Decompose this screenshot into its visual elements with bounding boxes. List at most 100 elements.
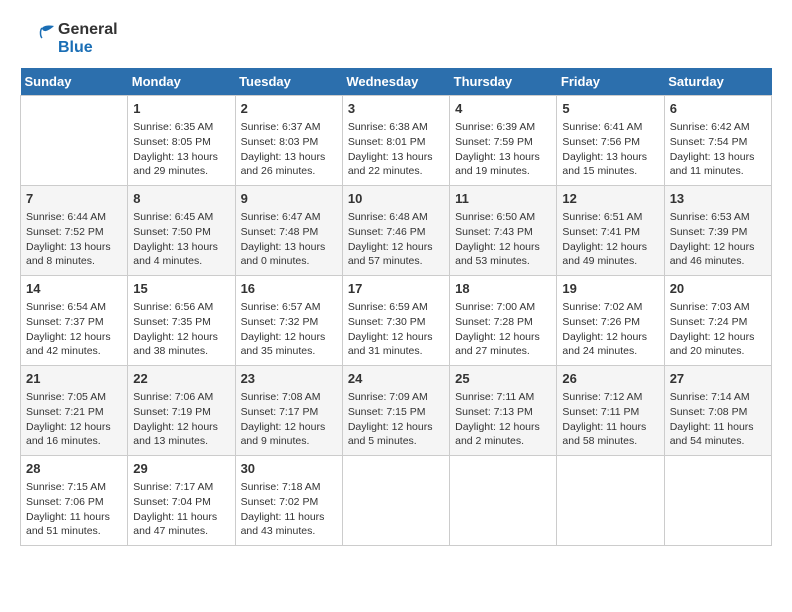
day-info: Sunrise: 6:35 AMSunset: 8:05 PMDaylight:…	[133, 120, 229, 179]
day-info: Sunrise: 6:53 AMSunset: 7:39 PMDaylight:…	[670, 210, 766, 269]
day-number: 24	[348, 370, 444, 388]
day-number: 23	[241, 370, 337, 388]
day-number: 7	[26, 190, 122, 208]
day-info: Sunrise: 6:39 AMSunset: 7:59 PMDaylight:…	[455, 120, 551, 179]
header-cell-saturday: Saturday	[664, 68, 771, 96]
day-number: 22	[133, 370, 229, 388]
calendar-cell: 23 Sunrise: 7:08 AMSunset: 7:17 PMDayligh…	[235, 366, 342, 456]
day-number: 13	[670, 190, 766, 208]
calendar-cell: 9 Sunrise: 6:47 AMSunset: 7:48 PMDaylight…	[235, 186, 342, 276]
day-info: Sunrise: 7:18 AMSunset: 7:02 PMDaylight:…	[241, 480, 337, 539]
day-number: 28	[26, 460, 122, 478]
header-cell-sunday: Sunday	[21, 68, 128, 96]
day-number: 14	[26, 280, 122, 298]
header-cell-wednesday: Wednesday	[342, 68, 449, 96]
day-number: 9	[241, 190, 337, 208]
logo-blue-text: Blue	[58, 39, 118, 57]
calendar-cell: 6 Sunrise: 6:42 AMSunset: 7:54 PMDaylight…	[664, 96, 771, 186]
day-info: Sunrise: 7:00 AMSunset: 7:28 PMDaylight:…	[455, 300, 551, 359]
calendar-cell: 30 Sunrise: 7:18 AMSunset: 7:02 PMDayligh…	[235, 456, 342, 546]
day-number: 12	[562, 190, 658, 208]
calendar-cell: 8 Sunrise: 6:45 AMSunset: 7:50 PMDaylight…	[128, 186, 235, 276]
calendar-cell: 21 Sunrise: 7:05 AMSunset: 7:21 PMDayligh…	[21, 366, 128, 456]
calendar-cell: 29Sunrise: 7:17 AMSunset: 7:04 PMDayligh…	[128, 456, 235, 546]
header-cell-thursday: Thursday	[450, 68, 557, 96]
calendar-cell: 14 Sunrise: 6:54 AMSunset: 7:37 PMDayligh…	[21, 276, 128, 366]
day-info: Sunrise: 6:48 AMSunset: 7:46 PMDaylight:…	[348, 210, 444, 269]
header-cell-monday: Monday	[128, 68, 235, 96]
calendar-cell: 17 Sunrise: 6:59 AMSunset: 7:30 PMDayligh…	[342, 276, 449, 366]
header-cell-friday: Friday	[557, 68, 664, 96]
day-number: 25	[455, 370, 551, 388]
day-number: 5	[562, 100, 658, 118]
day-number: 18	[455, 280, 551, 298]
day-info: Sunrise: 6:41 AMSunset: 7:56 PMDaylight:…	[562, 120, 658, 179]
calendar-cell: 22 Sunrise: 7:06 AMSunset: 7:19 PMDayligh…	[128, 366, 235, 456]
logo: General Blue	[20, 20, 118, 58]
calendar-table: SundayMondayTuesdayWednesdayThursdayFrid…	[20, 68, 772, 546]
day-number: 30	[241, 460, 337, 478]
day-info: Sunrise: 6:59 AMSunset: 7:30 PMDaylight:…	[348, 300, 444, 359]
calendar-cell: 16 Sunrise: 6:57 AMSunset: 7:32 PMDayligh…	[235, 276, 342, 366]
day-number: 15	[133, 280, 229, 298]
day-info: Sunrise: 6:56 AMSunset: 7:35 PMDaylight:…	[133, 300, 229, 359]
calendar-body: 1Sunrise: 6:35 AMSunset: 8:05 PMDaylight…	[21, 96, 772, 546]
calendar-cell: 3Sunrise: 6:38 AMSunset: 8:01 PMDaylight…	[342, 96, 449, 186]
week-row-1: 7 Sunrise: 6:44 AMSunset: 7:52 PMDaylight…	[21, 186, 772, 276]
calendar-cell: 13 Sunrise: 6:53 AMSunset: 7:39 PMDayligh…	[664, 186, 771, 276]
day-number: 20	[670, 280, 766, 298]
day-number: 21	[26, 370, 122, 388]
calendar-cell: 10 Sunrise: 6:48 AMSunset: 7:46 PMDayligh…	[342, 186, 449, 276]
day-info: Sunrise: 7:15 AMSunset: 7:06 PMDaylight:…	[26, 480, 122, 539]
day-number: 16	[241, 280, 337, 298]
day-info: Sunrise: 7:11 AMSunset: 7:13 PMDaylight:…	[455, 390, 551, 449]
calendar-cell: 11 Sunrise: 6:50 AMSunset: 7:43 PMDayligh…	[450, 186, 557, 276]
header-cell-tuesday: Tuesday	[235, 68, 342, 96]
calendar-cell	[664, 456, 771, 546]
calendar-cell	[342, 456, 449, 546]
day-number: 11	[455, 190, 551, 208]
logo-general-text: General	[58, 21, 118, 39]
day-info: Sunrise: 6:51 AMSunset: 7:41 PMDaylight:…	[562, 210, 658, 269]
day-info: Sunrise: 6:37 AMSunset: 8:03 PMDaylight:…	[241, 120, 337, 179]
calendar-cell: 27 Sunrise: 7:14 AMSunset: 7:08 PMDayligh…	[664, 366, 771, 456]
day-number: 2	[241, 100, 337, 118]
day-info: Sunrise: 6:54 AMSunset: 7:37 PMDaylight:…	[26, 300, 122, 359]
calendar-cell: 5 Sunrise: 6:41 AMSunset: 7:56 PMDaylight…	[557, 96, 664, 186]
week-row-3: 21 Sunrise: 7:05 AMSunset: 7:21 PMDayligh…	[21, 366, 772, 456]
calendar-cell: 26 Sunrise: 7:12 AMSunset: 7:11 PMDayligh…	[557, 366, 664, 456]
day-info: Sunrise: 6:47 AMSunset: 7:48 PMDaylight:…	[241, 210, 337, 269]
calendar-header: SundayMondayTuesdayWednesdayThursdayFrid…	[21, 68, 772, 96]
day-info: Sunrise: 6:42 AMSunset: 7:54 PMDaylight:…	[670, 120, 766, 179]
day-number: 4	[455, 100, 551, 118]
calendar-cell: 4 Sunrise: 6:39 AMSunset: 7:59 PMDaylight…	[450, 96, 557, 186]
calendar-cell: 24Sunrise: 7:09 AMSunset: 7:15 PMDayligh…	[342, 366, 449, 456]
week-row-0: 1Sunrise: 6:35 AMSunset: 8:05 PMDaylight…	[21, 96, 772, 186]
day-number: 6	[670, 100, 766, 118]
logo-bird-icon	[20, 20, 58, 58]
day-info: Sunrise: 6:44 AMSunset: 7:52 PMDaylight:…	[26, 210, 122, 269]
day-number: 8	[133, 190, 229, 208]
day-number: 10	[348, 190, 444, 208]
calendar-cell: 18 Sunrise: 7:00 AMSunset: 7:28 PMDayligh…	[450, 276, 557, 366]
day-info: Sunrise: 6:57 AMSunset: 7:32 PMDaylight:…	[241, 300, 337, 359]
day-info: Sunrise: 7:03 AMSunset: 7:24 PMDaylight:…	[670, 300, 766, 359]
day-number: 27	[670, 370, 766, 388]
calendar-cell: 28 Sunrise: 7:15 AMSunset: 7:06 PMDayligh…	[21, 456, 128, 546]
day-number: 17	[348, 280, 444, 298]
calendar-cell	[450, 456, 557, 546]
day-info: Sunrise: 7:06 AMSunset: 7:19 PMDaylight:…	[133, 390, 229, 449]
day-info: Sunrise: 7:14 AMSunset: 7:08 PMDaylight:…	[670, 390, 766, 449]
calendar-cell: 20 Sunrise: 7:03 AMSunset: 7:24 PMDayligh…	[664, 276, 771, 366]
day-info: Sunrise: 6:50 AMSunset: 7:43 PMDaylight:…	[455, 210, 551, 269]
calendar-cell: 1Sunrise: 6:35 AMSunset: 8:05 PMDaylight…	[128, 96, 235, 186]
day-info: Sunrise: 7:05 AMSunset: 7:21 PMDaylight:…	[26, 390, 122, 449]
day-info: Sunrise: 7:12 AMSunset: 7:11 PMDaylight:…	[562, 390, 658, 449]
day-number: 26	[562, 370, 658, 388]
day-info: Sunrise: 7:08 AMSunset: 7:17 PMDaylight:…	[241, 390, 337, 449]
calendar-cell: 25 Sunrise: 7:11 AMSunset: 7:13 PMDayligh…	[450, 366, 557, 456]
day-number: 3	[348, 100, 444, 118]
calendar-cell	[21, 96, 128, 186]
week-row-2: 14 Sunrise: 6:54 AMSunset: 7:37 PMDayligh…	[21, 276, 772, 366]
day-info: Sunrise: 6:45 AMSunset: 7:50 PMDaylight:…	[133, 210, 229, 269]
